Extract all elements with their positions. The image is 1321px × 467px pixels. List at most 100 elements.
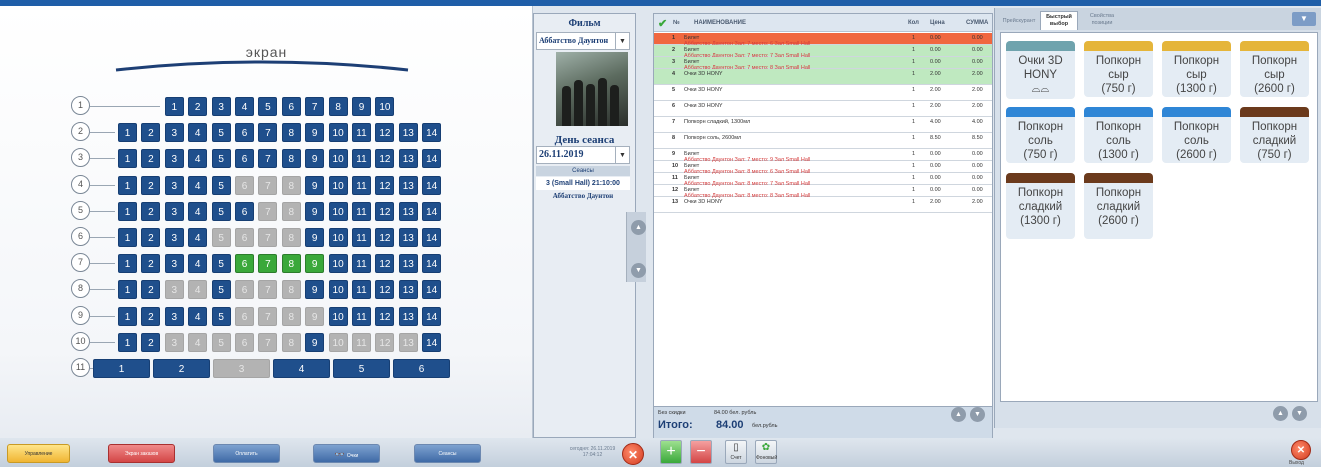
seat[interactable]: 5	[333, 359, 390, 378]
seat[interactable]: 4	[235, 97, 254, 116]
product-card[interactable]: Попкорн соль (1300 г)	[1084, 107, 1153, 163]
seat[interactable]: 11	[352, 254, 371, 274]
seat[interactable]: 12	[375, 201, 395, 221]
order-row[interactable]: 1 Билет Аббатство Даунтон Зал: 7 место: 6 …	[654, 33, 992, 47]
seat[interactable]: 12	[375, 123, 395, 143]
seat[interactable]: 3	[164, 201, 184, 221]
seat[interactable]: 1	[93, 359, 150, 378]
close-icon[interactable]: ✕	[622, 443, 644, 465]
seat[interactable]: 8	[281, 254, 301, 274]
manage-button[interactable]: Управление	[7, 444, 70, 463]
seat[interactable]: 6	[235, 280, 254, 300]
seat[interactable]: 9	[305, 332, 325, 352]
product-card[interactable]: Попкорн соль (2600 г)	[1162, 107, 1231, 163]
seat[interactable]: 4	[188, 332, 208, 352]
pay-button[interactable]: Оплатить	[213, 444, 280, 463]
seat[interactable]: 11	[352, 175, 371, 195]
seat[interactable]: 2	[188, 97, 208, 116]
seat[interactable]: 10	[328, 306, 348, 326]
product-card[interactable]: Попкорн сыр (750 г)	[1084, 41, 1153, 97]
seat[interactable]: 13	[398, 228, 418, 247]
seat[interactable]: 11	[352, 306, 371, 326]
seat[interactable]: 5	[211, 280, 231, 300]
seat[interactable]: 12	[375, 332, 395, 352]
seat[interactable]: 3	[213, 359, 270, 378]
exit-icon[interactable]: ✕	[1291, 440, 1311, 460]
order-row[interactable]: 10 Билет Аббатство Даунтон Зал: 8 место: 6…	[654, 161, 992, 175]
seat[interactable]: 10	[328, 332, 348, 352]
seat[interactable]: 14	[422, 123, 442, 143]
seat[interactable]: 13	[398, 149, 418, 169]
scroll-up-icon[interactable]: ▲	[631, 220, 646, 235]
seat[interactable]: 7	[258, 175, 278, 195]
seat[interactable]: 14	[422, 332, 442, 352]
seat[interactable]: 8	[281, 306, 301, 326]
seat[interactable]: 5	[211, 123, 231, 143]
seat[interactable]: 8	[328, 97, 348, 116]
seat[interactable]: 3	[164, 280, 184, 300]
tab-properties[interactable]: Свойства позиции	[1083, 11, 1121, 30]
seat[interactable]: 7	[258, 123, 278, 143]
order-row[interactable]: 9 Билет Аббатство Даунтон Зал: 7 место: 9 …	[654, 149, 992, 163]
seat[interactable]: 3	[164, 254, 184, 274]
date-picker[interactable]: 26.11.2019 ▼	[536, 146, 630, 164]
seat[interactable]: 5	[211, 201, 231, 221]
seat[interactable]: 9	[352, 97, 371, 116]
seat[interactable]: 10	[328, 280, 348, 300]
seat[interactable]: 5	[211, 306, 231, 326]
seat[interactable]: 10	[328, 254, 348, 274]
order-row[interactable]: 7 Попкорн сладкий, 1300мл 1 4.00 4.00	[654, 117, 992, 133]
order-row[interactable]: 4 Очки 3D HONY 1 2.00 2.00	[654, 69, 992, 85]
product-card[interactable]: Попкорн сладкий (1300 г)	[1006, 173, 1075, 239]
seat[interactable]: 13	[398, 332, 418, 352]
seat[interactable]: 6	[235, 228, 254, 247]
seat[interactable]: 9	[305, 254, 325, 274]
seat[interactable]: 14	[422, 201, 442, 221]
tab-pricelist[interactable]: Прейскурант	[999, 11, 1039, 30]
seat[interactable]: 3	[164, 306, 184, 326]
seat[interactable]: 9	[305, 149, 325, 169]
product-card[interactable]: Очки 3D HONY ⌓⌓	[1006, 41, 1075, 99]
seat[interactable]: 1	[118, 332, 137, 352]
seat[interactable]: 12	[375, 280, 395, 300]
seat[interactable]: 14	[422, 254, 442, 274]
seat[interactable]: 12	[375, 306, 395, 326]
tab-quick-select[interactable]: Быстрый выбор	[1040, 11, 1078, 30]
order-row[interactable]: 8 Попкорн соль, 2600мл 1 8.50 8.50	[654, 133, 992, 149]
seat[interactable]: 10	[328, 149, 348, 169]
seat[interactable]: 7	[258, 228, 278, 247]
check-button[interactable]: ▯ Счет	[725, 440, 747, 464]
seat[interactable]: 9	[305, 306, 325, 326]
seat[interactable]: 3	[164, 123, 184, 143]
seat[interactable]: 4	[188, 123, 208, 143]
seat[interactable]: 1	[118, 306, 137, 326]
seat[interactable]: 12	[375, 175, 395, 195]
product-card[interactable]: Попкорн соль (750 г)	[1006, 107, 1075, 163]
seat[interactable]: 3	[164, 228, 184, 247]
seat[interactable]: 13	[398, 254, 418, 274]
add-icon[interactable]: +	[660, 440, 682, 464]
seat[interactable]: 5	[258, 97, 278, 116]
seat[interactable]: 1	[118, 228, 137, 247]
order-row[interactable]: 2 Билет Аббатство Даунтон Зал: 7 место: 7 …	[654, 45, 992, 59]
seat[interactable]: 5	[211, 254, 231, 274]
seat[interactable]: 7	[305, 97, 325, 116]
seat[interactable]: 3	[164, 149, 184, 169]
seat[interactable]: 1	[118, 280, 137, 300]
seat[interactable]: 9	[305, 175, 325, 195]
orders-screen-button[interactable]: Экран заказов	[108, 444, 175, 463]
products-scroll-down-icon[interactable]: ▼	[1292, 406, 1307, 421]
seat[interactable]: 6	[235, 123, 254, 143]
seat[interactable]: 11	[352, 280, 371, 300]
seat[interactable]: 10	[328, 228, 348, 247]
order-row[interactable]: 3 Билет Аббатство Даунтон Зал: 7 место: 8 …	[654, 57, 992, 71]
seat[interactable]: 9	[305, 280, 325, 300]
seat[interactable]: 6	[235, 332, 254, 352]
seat[interactable]: 2	[141, 332, 161, 352]
product-card[interactable]: Попкорн сладкий (2600 г)	[1084, 173, 1153, 239]
seat[interactable]: 10	[328, 175, 348, 195]
seat[interactable]: 12	[375, 228, 395, 247]
seat[interactable]: 5	[211, 332, 231, 352]
seat[interactable]: 11	[352, 201, 371, 221]
seat[interactable]: 2	[141, 228, 161, 247]
